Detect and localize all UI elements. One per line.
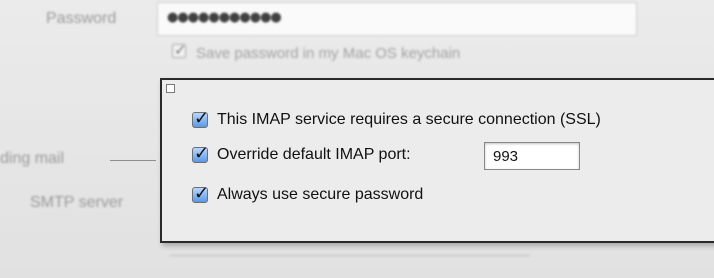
field-underline [170,255,530,256]
ssl-checkbox[interactable]: ✓ [192,108,209,128]
keychain-checkbox[interactable]: ✓ [172,42,187,59]
imap-port-input[interactable] [484,142,580,170]
secure-password-label: Always use secure password [217,186,424,203]
keychain-label: Save password in my Mac OS keychain [196,45,461,62]
override-port-checkbox[interactable]: ✓ [192,143,209,163]
password-label: Password [46,10,117,27]
callout-line [110,160,156,161]
checkmark-icon: ✓ [194,143,210,163]
override-port-label: Override default IMAP port: [217,146,411,163]
advanced-options-panel: ✓ This IMAP service requires a secure co… [160,78,714,243]
secure-password-checkbox[interactable]: ✓ [192,183,209,203]
incoming-mail-label: ding mail [0,150,65,167]
override-port-option[interactable]: ✓ Override default IMAP port: [192,143,411,166]
password-value: ●●●●●●●●●●● [167,10,282,25]
secure-password-option[interactable]: ✓ Always use secure password [192,183,424,206]
panel-corner-box [166,84,175,93]
ssl-label: This IMAP service requires a secure conn… [217,111,601,128]
checkmark-icon: ✓ [174,42,187,59]
checkmark-icon: ✓ [194,108,210,128]
smtp-server-label: SMTP server [30,194,124,211]
ssl-option[interactable]: ✓ This IMAP service requires a secure co… [192,108,601,131]
checkmark-icon: ✓ [194,183,210,203]
